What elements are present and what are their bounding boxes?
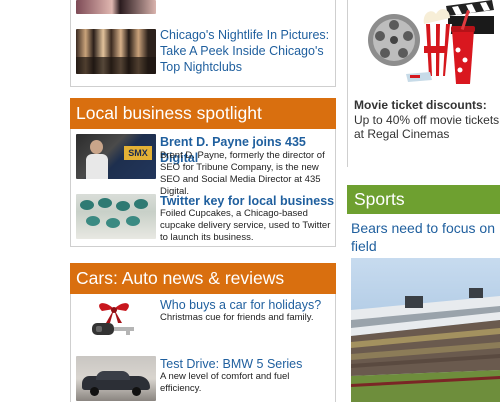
spotlight-item-2-link[interactable]: Twitter key for local business: [160, 193, 336, 209]
cars-item-2-link[interactable]: Test Drive: BMW 5 Series: [160, 356, 336, 372]
movie-promo-bold: Movie ticket discounts:: [354, 98, 487, 112]
top-cropped-thumbnail[interactable]: [76, 0, 156, 14]
cupcakes-thumbnail[interactable]: [76, 194, 156, 239]
spotlight-heading: Local business spotlight: [70, 98, 336, 129]
car-key-gift-icon[interactable]: [84, 297, 144, 345]
sports-heading: Sports: [347, 185, 500, 214]
sports-headline-link[interactable]: Bears need to focus on field: [351, 219, 500, 255]
nightlife-thumbnail[interactable]: [76, 29, 156, 74]
movie-promo-detail: Up to 40% off movie tickets at Regal Cin…: [354, 112, 500, 142]
movie-promo-image[interactable]: [366, 0, 500, 92]
cars-heading: Cars: Auto news & reviews: [70, 263, 336, 294]
cars-item-1-desc: Christmas cue for friends and family.: [160, 312, 314, 323]
cars-item-1-link[interactable]: Who buys a car for holidays?: [160, 297, 336, 313]
nightlife-link[interactable]: Chicago's Nightlife In Pictures: Take A …: [160, 27, 336, 75]
bmw-thumbnail[interactable]: [76, 356, 156, 401]
stadium-photo[interactable]: [351, 258, 500, 402]
spotlight-item-2-desc: Foiled Cupcakes, a Chicago-based cupcake…: [160, 208, 331, 243]
brent-payne-thumbnail[interactable]: SMX: [76, 134, 156, 179]
right-column-divider: [347, 0, 348, 167]
movie-promo-text[interactable]: Movie ticket discounts: Up to 40% off mo…: [354, 98, 500, 142]
spotlight-item-1-desc: Brent D. Payne, formerly the director of…: [160, 150, 325, 197]
cars-item-2-desc: A new level of comfort and fuel efficien…: [160, 371, 290, 394]
